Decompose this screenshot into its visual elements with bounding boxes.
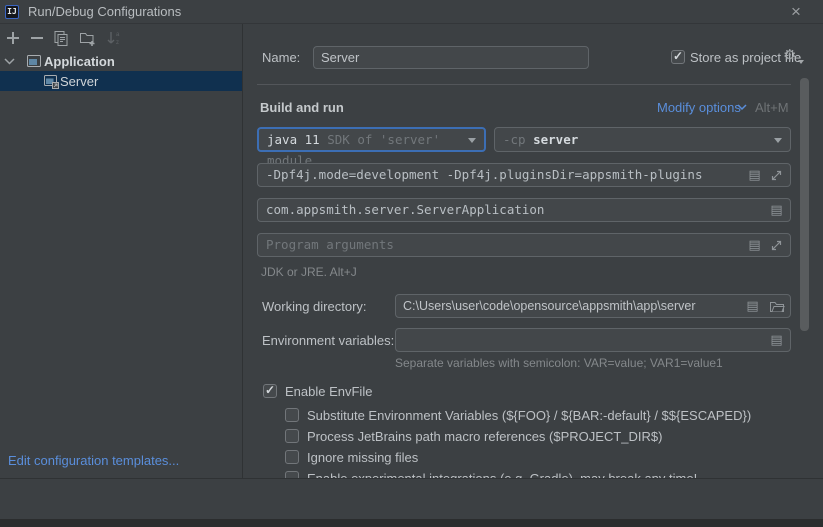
panel-divider (242, 24, 243, 478)
ignore-missing-files-checkbox[interactable] (285, 450, 299, 464)
jre-combobox[interactable]: java 11 SDK of 'server' module (257, 127, 486, 152)
vertical-scrollbar[interactable] (800, 78, 809, 331)
expand-list-icon[interactable]: ▤ (769, 203, 784, 218)
expand-field-icon[interactable] (769, 238, 784, 253)
substitute-env-vars-label: Substitute Environment Variables (${FOO}… (307, 408, 751, 423)
close-icon[interactable]: × (785, 2, 807, 22)
remove-icon[interactable] (29, 30, 45, 46)
expand-field-icon[interactable] (769, 168, 784, 183)
working-directory-value: C:\Users\user\code\opensource\appsmith\a… (403, 299, 696, 313)
svg-text:a: a (116, 32, 120, 38)
cp-value: server (533, 132, 578, 147)
process-path-macros-label: Process JetBrains path macro references … (307, 429, 662, 444)
application-icon (26, 53, 42, 69)
modify-options-shortcut: Alt+M (755, 100, 789, 115)
application-run-config-icon (43, 73, 60, 90)
add-icon[interactable] (5, 30, 21, 46)
chevron-down-icon[interactable] (468, 138, 476, 143)
section-separator (257, 84, 791, 85)
tree-item-server[interactable]: Server (0, 71, 242, 91)
working-directory-label: Working directory: (262, 299, 367, 314)
enable-envfile-label: Enable EnvFile (285, 384, 372, 399)
gear-icon[interactable]: ⚙ (783, 47, 801, 65)
edit-configuration-templates-link[interactable]: Edit configuration templates... (8, 453, 179, 468)
copy-icon[interactable] (53, 30, 69, 46)
working-directory-input[interactable]: C:\Users\user\code\opensource\appsmith\a… (395, 294, 791, 318)
modify-options-link[interactable]: Modify options (657, 100, 741, 115)
chevron-down-icon[interactable] (4, 58, 15, 65)
vm-options-input[interactable]: -Dpf4j.mode=development -Dpf4j.pluginsDi… (257, 163, 791, 187)
tree-item-label: Server (60, 74, 98, 89)
run-debug-configurations-dialog: IJ Run/Debug Configurations × a z (0, 0, 823, 527)
button-bar: ? OK Cancel Apply (0, 479, 823, 519)
expand-list-icon[interactable]: ▤ (747, 238, 762, 253)
vm-options-value: -Dpf4j.mode=development -Dpf4j.pluginsDi… (266, 167, 703, 182)
name-input[interactable]: Server (313, 46, 589, 69)
classpath-combobox[interactable]: -cp server (494, 127, 791, 152)
ignore-missing-files-label: Ignore missing files (307, 450, 418, 465)
dialog-title: Run/Debug Configurations (28, 4, 181, 19)
expand-list-icon[interactable]: ▤ (745, 299, 760, 314)
folder-icon[interactable] (769, 299, 784, 314)
process-path-macros-checkbox[interactable] (285, 429, 299, 443)
new-folder-icon[interactable] (79, 30, 95, 46)
expand-list-icon[interactable]: ▤ (747, 168, 762, 183)
cp-prefix: -cp (503, 132, 526, 147)
program-arguments-placeholder: Program arguments (266, 237, 394, 252)
title-bar: IJ Run/Debug Configurations × (0, 0, 823, 24)
enable-envfile-checkbox[interactable] (263, 384, 277, 398)
main-class-value: com.appsmith.server.ServerApplication (266, 202, 544, 217)
build-and-run-header: Build and run (260, 100, 344, 115)
jdk-hint: JDK or JRE. Alt+J (261, 265, 357, 279)
jre-value: java 11 (267, 132, 320, 147)
svg-text:z: z (116, 40, 119, 46)
tree-group-application[interactable]: Application (0, 52, 242, 71)
chevron-down-icon[interactable] (737, 104, 747, 112)
program-arguments-input[interactable]: Program arguments ▤ (257, 233, 791, 257)
sort-icon: a z (106, 30, 122, 46)
environment-variables-label: Environment variables: (262, 333, 394, 348)
name-label: Name: (262, 50, 300, 65)
substitute-env-vars-checkbox[interactable] (285, 408, 299, 422)
environment-variables-hint: Separate variables with semicolon: VAR=v… (395, 356, 723, 370)
chevron-down-icon[interactable] (774, 138, 782, 143)
background-window-strip (0, 519, 823, 527)
tree-group-label: Application (44, 54, 115, 69)
environment-variables-input[interactable]: ▤ (395, 328, 791, 352)
expand-list-icon[interactable]: ▤ (769, 333, 784, 348)
intellij-logo-icon: IJ (5, 5, 19, 19)
footer-divider (0, 478, 823, 479)
main-class-input[interactable]: com.appsmith.server.ServerApplication ▤ (257, 198, 791, 222)
store-as-project-file-checkbox[interactable] (671, 50, 685, 64)
